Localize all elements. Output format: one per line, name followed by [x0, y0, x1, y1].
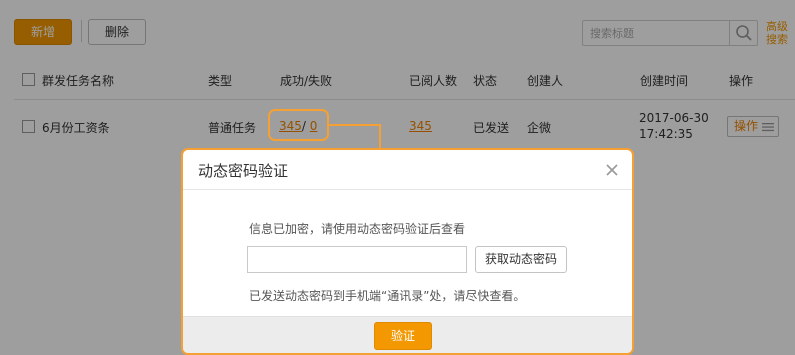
dialog-title: 动态密码验证	[198, 162, 289, 180]
dialog-message: 信息已加密，请使用动态密码验证后查看	[249, 222, 466, 236]
dynamic-password-dialog: 动态密码验证 信息已加密，请使用动态密码验证后查看 获取动态密码 已发送动态密码…	[181, 148, 634, 355]
dialog-note: 已发送动态密码到手机端“通讯录”处，请尽快查看。	[249, 289, 526, 303]
dialog-header-divider	[183, 189, 632, 190]
get-dynamic-password-button[interactable]: 获取动态密码	[475, 246, 567, 273]
highlight-annotation	[268, 109, 329, 141]
dialog-close-button[interactable]	[605, 163, 619, 177]
page: 新增 删除 高级 搜索 群发任务名称 类型 成功/失败 已阅人数 状态 创建人 …	[0, 0, 795, 355]
highlight-connector-vertical	[379, 124, 381, 150]
highlight-connector-horizontal	[329, 124, 380, 126]
dialog-footer: 验证	[183, 316, 632, 353]
verify-button[interactable]: 验证	[374, 322, 432, 350]
close-icon	[606, 164, 618, 176]
dynamic-password-input[interactable]	[247, 246, 467, 273]
